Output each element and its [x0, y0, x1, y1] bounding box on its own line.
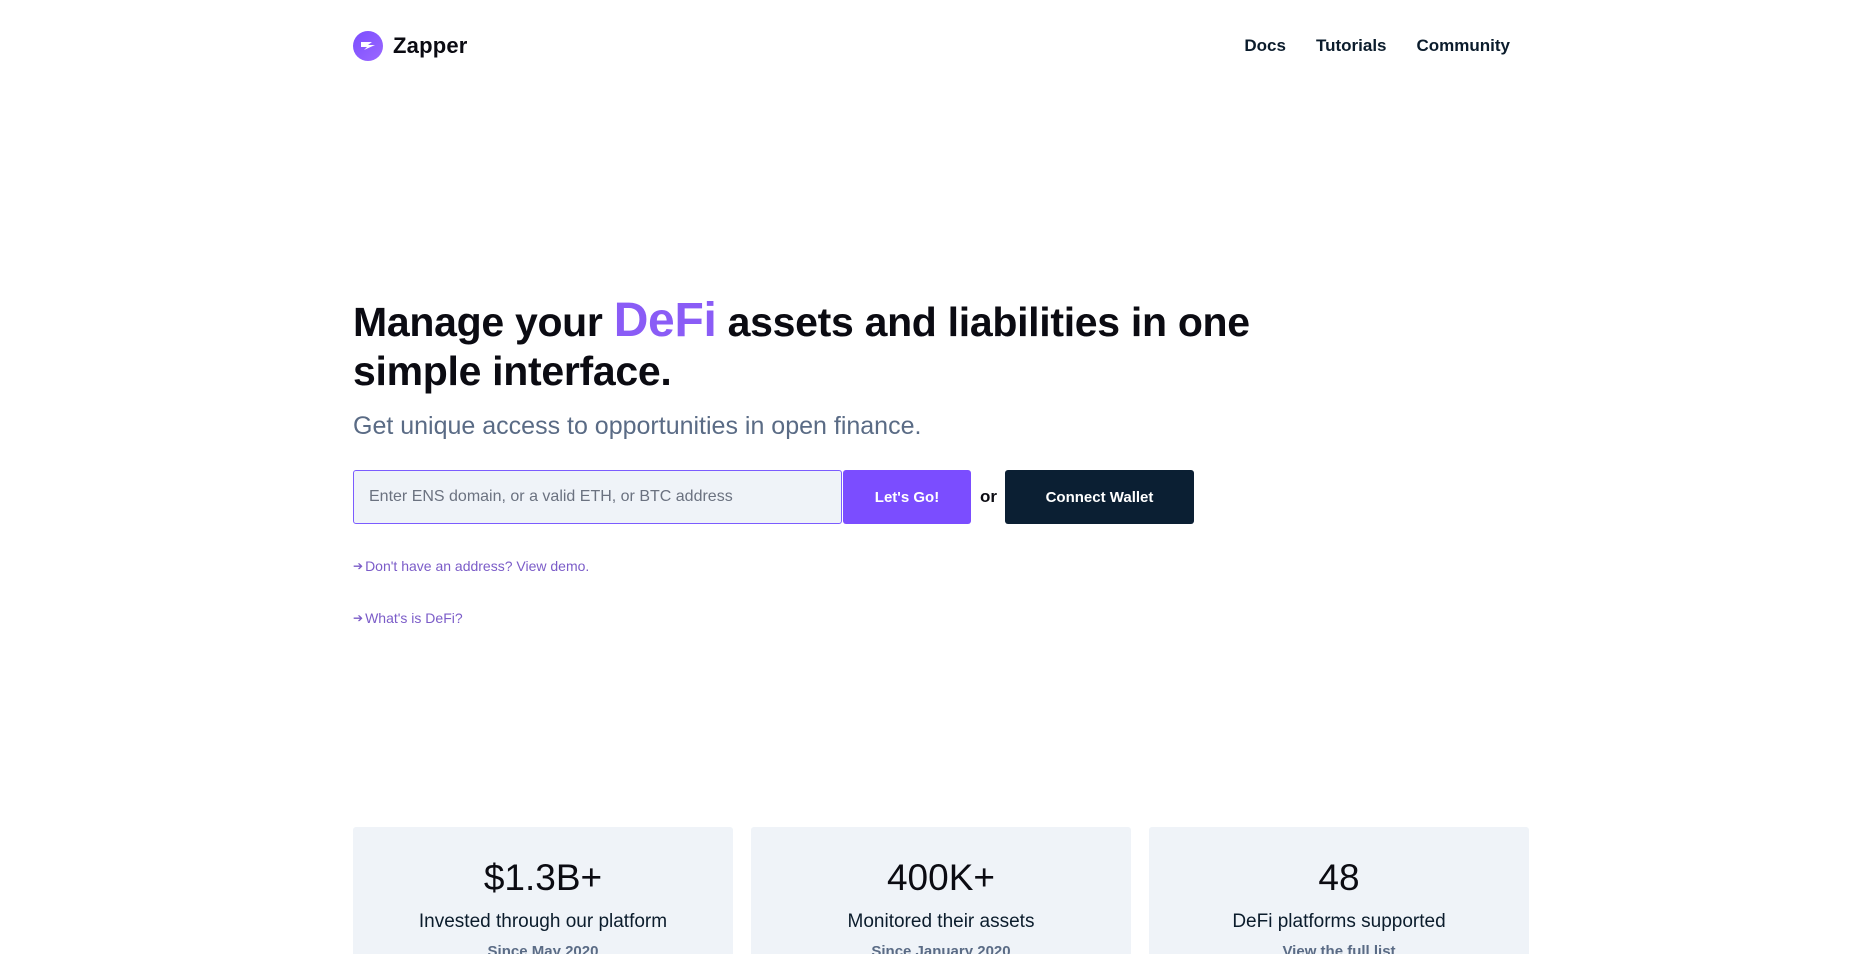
hero-title-before: Manage your [353, 299, 603, 345]
hero-title: Manage your DeFi assets and liabilities … [353, 296, 1253, 396]
view-demo-link[interactable]: ➔ Don't have an address? View demo. [353, 558, 589, 574]
hero-subtitle: Get unique access to opportunities in op… [353, 412, 922, 440]
stat-value: 48 [1318, 857, 1360, 898]
address-search-row: Let's Go! or Connect Wallet [353, 470, 1194, 524]
stat-value: $1.3B+ [483, 857, 603, 898]
brand[interactable]: Zapper [353, 31, 468, 61]
hero: Manage your DeFi assets and liabilities … [353, 296, 1253, 441]
nav-community[interactable]: Community [1417, 36, 1511, 56]
brand-name: Zapper [393, 33, 468, 58]
nav-tutorials[interactable]: Tutorials [1316, 36, 1387, 56]
stat-label: DeFi platforms supported [1232, 911, 1446, 932]
stat-card-platforms: 48 DeFi platforms supported View the ful… [1149, 827, 1529, 954]
what-is-defi-label: What's is DeFi? [365, 610, 463, 626]
stat-card-invested: $1.3B+ Invested through our platform Sin… [353, 827, 733, 954]
nav-docs[interactable]: Docs [1244, 36, 1286, 56]
stat-label: Monitored their assets [847, 911, 1035, 932]
stats-row: $1.3B+ Invested through our platform Sin… [353, 827, 1529, 954]
view-demo-label: Don't have an address? View demo. [365, 558, 590, 574]
stat-note: Since January 2020 [871, 943, 1011, 954]
stat-label: Invested through our platform [418, 911, 668, 932]
or-separator: or [980, 487, 997, 506]
address-search-input[interactable] [353, 470, 842, 524]
stat-note: Since May 2020 [487, 943, 599, 954]
what-is-defi-link[interactable]: ➔ What's is DeFi? [353, 610, 463, 626]
arrow-right-icon: ➔ [353, 611, 364, 625]
landing-page: Zapper Docs Tutorials Community Manage y… [0, 0, 1871, 954]
hero-title-accent: DeFi [613, 294, 717, 347]
stat-card-monitored: 400K+ Monitored their assets Since Janua… [751, 827, 1131, 954]
lets-go-button[interactable]: Let's Go! [843, 470, 971, 524]
arrow-right-icon: ➔ [353, 559, 364, 573]
top-nav: Docs Tutorials Community [1244, 36, 1513, 56]
connect-wallet-button[interactable]: Connect Wallet [1005, 470, 1194, 524]
stat-value: 400K+ [886, 857, 996, 898]
stat-note-view-list[interactable]: View the full list [1282, 943, 1395, 954]
zapper-logo-icon [353, 31, 383, 61]
top-header: Zapper Docs Tutorials Community [353, 28, 1513, 64]
